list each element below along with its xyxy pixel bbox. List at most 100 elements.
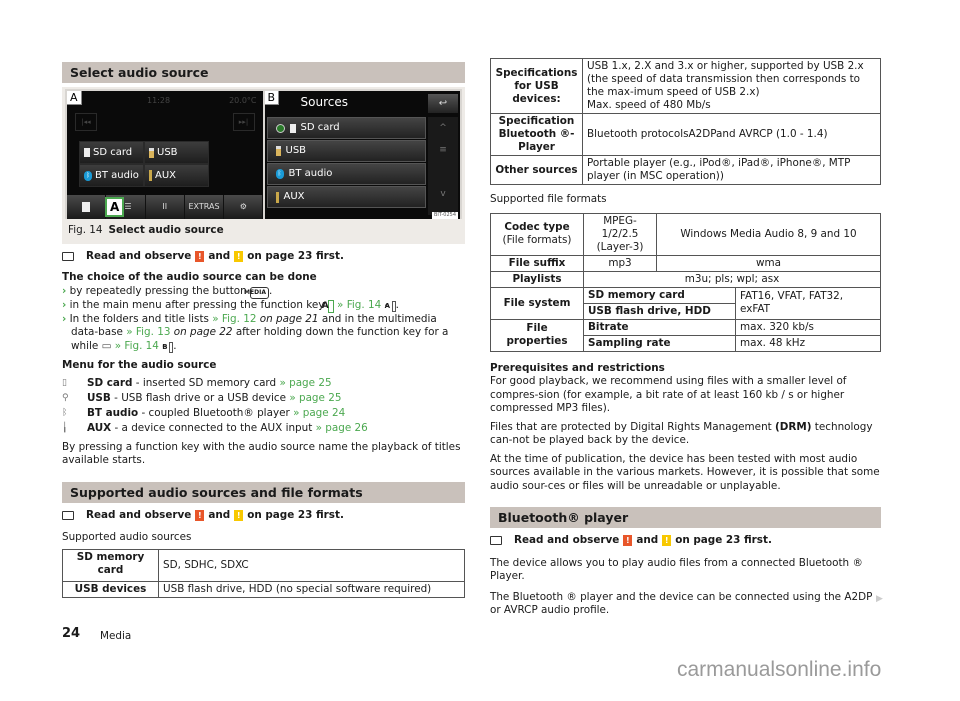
sd-card-icon: ▯: [62, 378, 67, 389]
observe-note: Read and observe ! and ! on page 23 firs…: [62, 509, 465, 523]
table-row: USB devices USB flash drive, HDD (no spe…: [62, 580, 465, 598]
formats-table: Codec type (File formats) MPEG-1/2/2.5 (L…: [490, 212, 881, 352]
bullet-item: › in the main menu after pressing the fu…: [62, 298, 399, 313]
menu-heading: Menu for the audio source: [62, 359, 217, 371]
screen-temperature: 20.0°C: [229, 96, 257, 105]
previous-track-icon: |◂◂: [75, 113, 97, 131]
source-button-sd-card: SD card: [80, 142, 143, 163]
table-row: File properties Bitrate max. 320 kb/s: [490, 318, 881, 352]
sources-table: SD memory card SD, SDHC, SDXC USB device…: [62, 548, 465, 598]
back-icon: ↩: [428, 94, 458, 113]
prereq-text: For good playback, we recommend using fi…: [490, 375, 847, 414]
figure-code: BIT-0254: [431, 212, 458, 219]
source-button-aux: AUX: [145, 165, 208, 186]
warning-yellow-icon: !: [234, 509, 244, 521]
usb-spec-table: Specifications for USB devices: USB 1.x,…: [490, 58, 881, 185]
hold-key-icon: ▭: [101, 339, 112, 352]
continue-icon: ▶: [876, 594, 883, 604]
figure-link[interactable]: » Fig. 14: [337, 299, 381, 311]
choice-heading: The choice of the audio source can be do…: [62, 271, 317, 283]
bt-text-2: The Bluetooth ® player and the device ca…: [490, 590, 873, 617]
bluetooth-icon: ᛒ: [275, 169, 284, 179]
bullet-item: › In the folders and title lists » Fig. …: [62, 312, 449, 353]
bluetooth-icon: ᛒ: [62, 408, 68, 419]
arrow-icon: ›: [62, 284, 67, 297]
figure-title: Select audio source: [108, 224, 224, 236]
screen-a: A 11:28 20.0°C |◂◂ ▸▸| SD card USB ᛒ BT a…: [67, 91, 263, 219]
table-row: Playlists m3u; pls; wpl; asx: [490, 270, 881, 288]
bt-text-1: The device allows you to play audio file…: [490, 556, 863, 583]
pause-key: II: [145, 195, 184, 219]
warning-yellow-icon: !: [234, 250, 244, 262]
prereq-heading: Prerequisites and restrictions: [490, 361, 665, 374]
function-key-a: A: [322, 299, 334, 313]
sd-card-icon: [84, 148, 90, 157]
right-column: Specifications for USB devices: USB 1.x,…: [490, 58, 881, 618]
sd-card-icon: [289, 123, 296, 133]
menu-list: ▯ SD card - inserted SD memory card » pag…: [62, 377, 465, 437]
observe-note: Read and observe ! and ! on page 23 firs…: [62, 250, 465, 264]
aux-icon: [275, 191, 279, 203]
extras-key: EXTRAS: [184, 195, 224, 219]
book-icon: [62, 510, 74, 520]
sources-list: SD card USB ᛒ BT audio AUX: [266, 117, 426, 209]
observe-note: Read and observe ! and ! on page 23 firs…: [490, 534, 881, 548]
table-row: SD memory card SD, SDHC, SDXC: [62, 548, 465, 582]
source-button-bt-audio: ᛒ BT audio: [80, 165, 143, 186]
menu-item-aux: ╽ AUX - a device connected to the AUX inp…: [62, 422, 368, 435]
figure-link[interactable]: » Fig. 12: [212, 313, 256, 325]
media-button-icon: MEDIA: [244, 286, 269, 299]
section-heading-supported-sources: Supported audio sources and file formats: [62, 481, 465, 503]
sources-heading: Supported audio sources: [62, 531, 192, 543]
drm-text: Files that are protected by Digital Righ…: [490, 420, 873, 447]
table-row: Specifications for USB devices: USB 1.x,…: [490, 58, 881, 114]
warning-red-icon: !: [195, 250, 205, 262]
warning-red-icon: !: [195, 509, 205, 521]
screen-bottom-bar: ♪☰ II EXTRAS ⚙: [67, 195, 263, 219]
page-number: 24: [62, 626, 81, 641]
aux-icon: [149, 170, 152, 181]
bluetooth-icon: ᛒ: [84, 170, 92, 181]
page-link[interactable]: » page 26: [316, 422, 368, 434]
usb-icon: [149, 147, 154, 158]
screen-b: B Sources ↩ SD card USB ᛒ BT audio AUX ^ …: [264, 91, 460, 219]
arrow-icon: ›: [62, 312, 67, 325]
bullet-item: › by repeatedly pressing the button MEDI…: [62, 284, 273, 299]
callout-a: A: [105, 197, 125, 217]
usb-icon: ⚲: [62, 393, 69, 404]
figure-14: A 11:28 20.0°C |◂◂ ▸▸| SD card USB ᛒ BT a…: [62, 87, 465, 244]
figure-link[interactable]: » Fig. 13: [126, 326, 170, 338]
section-heading-select-audio-source: Select audio source: [62, 62, 465, 83]
table-row: File suffix mp3 wma: [490, 254, 881, 272]
warning-red-icon: !: [623, 535, 633, 547]
figure-caption: Fig. 14 Select audio source: [65, 219, 462, 244]
source-button-usb: USB: [145, 142, 208, 163]
figure-link[interactable]: » Fig. 14: [115, 340, 159, 352]
sd-card-icon: [82, 202, 91, 212]
table-row: Other sources Portable player (e.g., iPo…: [490, 155, 881, 185]
play-icon: [275, 123, 285, 133]
next-track-icon: ▸▸|: [232, 113, 255, 131]
list-item: USB: [266, 140, 426, 162]
source-key: [67, 195, 106, 219]
scroll-handle-icon: ≡: [439, 145, 447, 155]
sources-title: Sources: [300, 95, 348, 110]
menu-item-bt-audio: ᛒ BT audio - coupled Bluetooth® player » …: [62, 407, 346, 420]
section-heading-bluetooth-player: Bluetooth® player: [490, 507, 881, 528]
scrollbar: ^ ≡ v: [428, 117, 458, 215]
publication-text: At the time of publication, the device h…: [490, 452, 880, 492]
table-row: File system SD memory card FAT16, VFAT, …: [490, 286, 881, 320]
press-text: By pressing a function key with the audi…: [62, 440, 461, 467]
scroll-up-icon: ^: [439, 123, 447, 133]
scroll-down-icon: v: [440, 189, 446, 199]
arrow-icon: ›: [62, 298, 67, 311]
page-link[interactable]: » page 25: [279, 377, 331, 389]
page-link[interactable]: » page 24: [293, 407, 345, 419]
book-icon: [490, 536, 502, 546]
settings-icon: ⚙: [224, 195, 263, 219]
page-link[interactable]: » page 25: [289, 392, 341, 404]
menu-item-sd-card: ▯ SD card - inserted SD memory card » pag…: [62, 377, 332, 390]
list-item: AUX: [266, 186, 426, 208]
screen-clock: 11:28: [147, 96, 171, 105]
table-row: Specification Bluetooth ®-Player Bluetoo…: [490, 113, 881, 156]
